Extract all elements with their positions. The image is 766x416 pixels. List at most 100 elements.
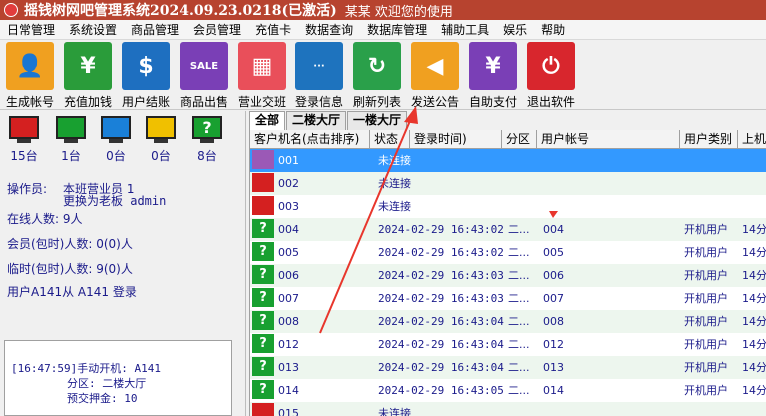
menu-item[interactable]: 数据查询 xyxy=(298,21,360,38)
menu-item[interactable]: 数据库管理 xyxy=(360,21,434,38)
unknown-status-monitor-icon: ? xyxy=(252,380,274,399)
table-row[interactable]: ? 008 2024-02-29 16:43:04 二... 008 开机用户 14分 xyxy=(250,310,766,333)
toolbar-button[interactable]: ◀ 发送公告 xyxy=(406,42,464,110)
menu-bar: 日常管理 系统设置 商品管理 会员管理 充值卡 数据查询 数据库管理 辅助工具 娱乐 帮助 xyxy=(0,20,766,40)
table-row[interactable]: ? 014 2024-02-29 16:43:05 二... 014 开机用户 14分 xyxy=(250,379,766,402)
zone-tab[interactable]: 全部 xyxy=(249,111,286,130)
table-row[interactable]: ? 005 2024-02-29 16:43:02 二... 005 开机用户 14分 xyxy=(250,241,766,264)
table-row[interactable]: 001 未连接 xyxy=(250,149,766,172)
cell-zone: 二... xyxy=(508,361,530,374)
log-line: [16:47:59]手动开机: A141 xyxy=(11,362,161,375)
menu-item[interactable]: 系统设置 xyxy=(62,21,124,38)
column-header[interactable]: 上机 xyxy=(738,130,766,149)
column-header[interactable]: 客户机名(点击排序) xyxy=(250,130,370,149)
menu-item[interactable]: 娱乐 xyxy=(496,21,534,38)
toolbar-button-label: 自助支付 xyxy=(468,95,517,109)
cell-status: 未连接 xyxy=(378,407,411,416)
cell-type: 开机用户 xyxy=(684,384,728,397)
column-header[interactable]: 用户类别 xyxy=(680,130,738,149)
cell-zone xyxy=(504,195,508,218)
status-count-indicator[interactable]: 1台 xyxy=(52,116,90,164)
cell-name: 002 xyxy=(278,177,299,190)
table-row[interactable]: 003 未连接 xyxy=(250,195,766,218)
cell-time: 2024-02-29 16:43:03 xyxy=(378,292,504,305)
yen-icon: ¥ xyxy=(469,42,517,90)
cell-mins: 14分 xyxy=(742,292,766,305)
power-icon: ⏻ xyxy=(527,42,575,90)
status-count-indicator[interactable]: ? 8台 xyxy=(188,116,226,164)
cell-type: 开机用户 xyxy=(684,315,728,328)
cell-mins: 14分 xyxy=(742,338,766,351)
monitor-icon xyxy=(56,116,86,139)
column-header[interactable]: 用户帐号 xyxy=(537,130,680,149)
user-icon: 👤 xyxy=(6,42,54,90)
menu-item[interactable]: 商品管理 xyxy=(124,21,186,38)
zone-tab[interactable]: 二楼大厅 xyxy=(286,111,347,130)
dollar-card-icon: $ xyxy=(122,42,170,90)
event-log: [16:47:59]手动开机: A141 分区: 二楼大厅 预交押金: 10 xyxy=(4,340,232,416)
cell-account: 013 xyxy=(543,361,564,374)
toolbar-button[interactable]: ¥ 自助支付 xyxy=(464,42,522,110)
table-row[interactable]: 002 未连接 xyxy=(250,172,766,195)
cell-name: 001 xyxy=(278,154,299,167)
toolbar-button-label: 刷新列表 xyxy=(352,95,401,109)
toolbar-button[interactable]: 👤 生成帐号 xyxy=(1,42,59,110)
toolbar-button[interactable]: $ 用户结账 xyxy=(117,42,175,110)
cell-zone xyxy=(504,149,508,172)
cell-zone xyxy=(504,402,508,416)
toolbar-button[interactable]: ··· 登录信息 xyxy=(290,42,348,110)
zone-tab[interactable]: 一楼大厅 xyxy=(347,111,408,130)
monitor-icon xyxy=(252,150,274,169)
toolbar-button-label: 营业交班 xyxy=(237,95,286,109)
online-count: 在线人数: 9人 xyxy=(7,212,83,226)
cell-zone: 二... xyxy=(508,269,530,282)
cell-name: 006 xyxy=(278,269,299,282)
log-line: 预交押金: 10 xyxy=(67,392,138,405)
toolbar-button[interactable]: SALE 商品出售 xyxy=(175,42,233,110)
cell-mins: 14分 xyxy=(742,223,766,236)
table-row[interactable]: ? 012 2024-02-29 16:43:04 二... 012 开机用户 14分 xyxy=(250,333,766,356)
cell-time: 2024-02-29 16:43:04 xyxy=(378,315,504,328)
cell-type xyxy=(680,149,684,172)
monitor-icon xyxy=(146,116,176,139)
toolbar-button[interactable]: ¥ 充值加钱 xyxy=(59,42,117,110)
menu-item[interactable]: 辅助工具 xyxy=(434,21,496,38)
change-shift-link[interactable]: 更换为老板 admin xyxy=(63,192,166,209)
cell-time: 2024-02-29 16:43:04 xyxy=(378,361,504,374)
menu-item[interactable]: 充值卡 xyxy=(248,21,298,38)
unknown-status-monitor-icon: ? xyxy=(252,311,274,330)
unknown-status-monitor-icon: ? xyxy=(252,219,274,238)
status-count: 8台 xyxy=(197,149,217,163)
toolbar-button[interactable]: ⏻ 退出软件 xyxy=(522,42,580,110)
toolbar-button[interactable]: ▦ 营业交班 xyxy=(233,42,291,110)
status-count-indicator[interactable]: 0台 xyxy=(97,116,135,164)
title-bar: 摇钱树网吧管理系统2024.09.23.0218(已激活) 某某 欢迎您的使用 xyxy=(0,0,766,20)
column-header[interactable]: 状态 xyxy=(370,130,410,149)
sale-tag-icon: SALE xyxy=(180,42,228,90)
left-status-panel: 15台 1台 0台 0台? 8台 操作员: 本班营业员 1 更换为老板 admin 在线人… xyxy=(0,111,246,416)
column-header[interactable]: 登录时间) xyxy=(410,130,502,149)
login-message: 用户A141从 A141 登录 xyxy=(7,285,137,299)
cell-account: 014 xyxy=(543,384,564,397)
app-logo-icon xyxy=(4,3,18,17)
table-row[interactable]: ? 006 2024-02-29 16:43:03 二... 006 开机用户 14分 xyxy=(250,264,766,287)
cell-type xyxy=(680,195,684,218)
table-row[interactable]: ? 013 2024-02-29 16:43:04 二... 013 开机用户 14分 xyxy=(250,356,766,379)
status-count-indicator[interactable]: 0台 xyxy=(142,116,180,164)
monitor-icon: ? xyxy=(192,116,222,139)
cell-time: 2024-02-29 16:43:02 xyxy=(378,246,504,259)
menu-item[interactable]: 会员管理 xyxy=(186,21,248,38)
cell-account: 008 xyxy=(543,315,564,328)
menu-item[interactable]: 帮助 xyxy=(534,21,572,38)
table-row[interactable]: ? 007 2024-02-29 16:43:03 二... 007 开机用户 14分 xyxy=(250,287,766,310)
column-header[interactable]: 分区 xyxy=(502,130,537,149)
unknown-status-monitor-icon: ? xyxy=(252,334,274,353)
table-row[interactable]: ? 004 2024-02-29 16:43:02 二... 004 开机用户 14分 xyxy=(250,218,766,241)
cell-name: 013 xyxy=(278,361,299,374)
table-row[interactable]: 015 未连接 xyxy=(250,402,766,416)
cell-name: 008 xyxy=(278,315,299,328)
menu-item[interactable]: 日常管理 xyxy=(0,21,62,38)
status-count-indicator[interactable]: 15台 xyxy=(5,116,43,164)
unknown-status-monitor-icon: ? xyxy=(252,242,274,261)
toolbar-button[interactable]: ↻ 刷新列表 xyxy=(348,42,406,110)
